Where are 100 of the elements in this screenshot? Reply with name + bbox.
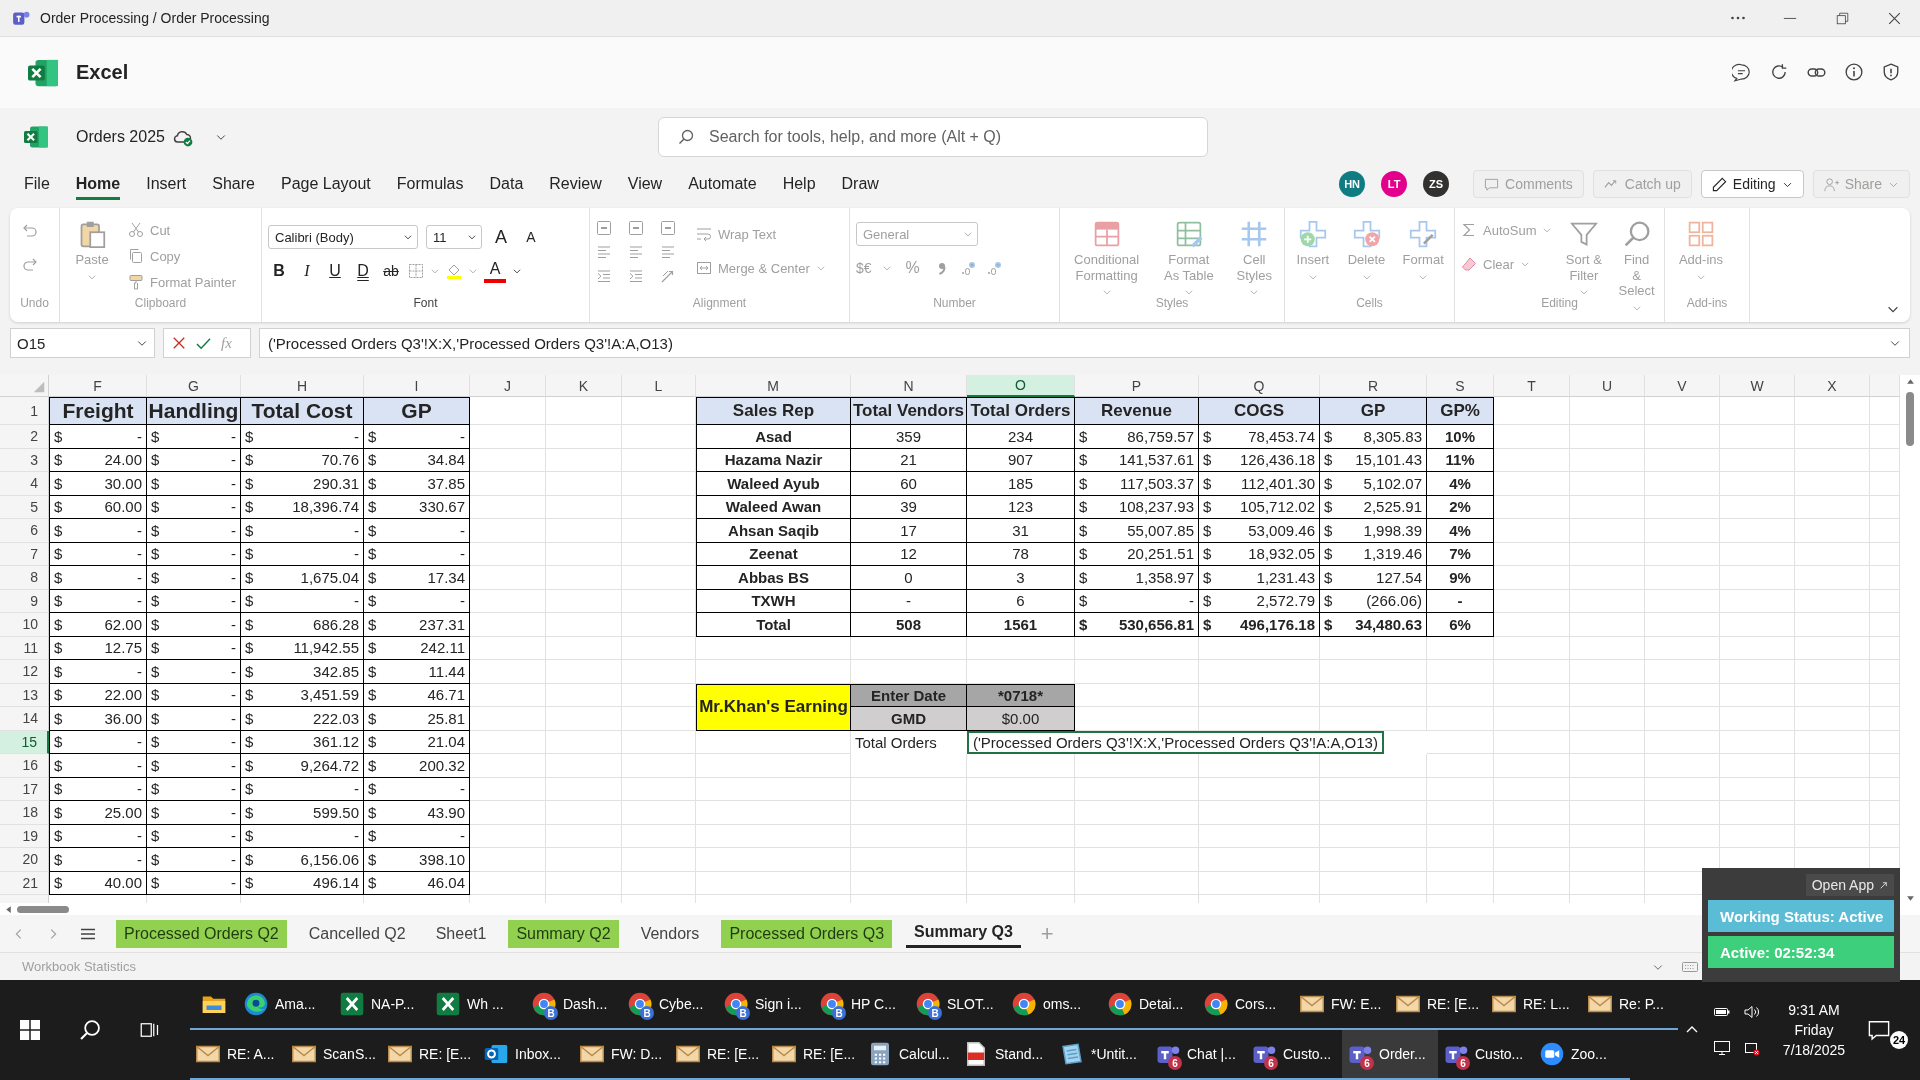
taskbar-item[interactable]: *Untit...: [1054, 1030, 1150, 1080]
taskbar-item[interactable]: RE: L...: [1486, 980, 1582, 1030]
column-header[interactable]: T: [1494, 375, 1570, 397]
avatar[interactable]: ZS: [1423, 171, 1450, 197]
row-header[interactable]: 19: [0, 824, 49, 848]
decrease-decimal-button[interactable]: [985, 260, 1002, 276]
taskbar-item[interactable]: RE: [E...: [382, 1030, 478, 1080]
menu-tab[interactable]: Page Layout: [280, 168, 371, 200]
column-header[interactable]: K: [546, 375, 622, 397]
network-icon[interactable]: [1744, 1040, 1760, 1056]
row-header[interactable]: 18: [0, 801, 49, 825]
menu-tab[interactable]: Review: [549, 168, 602, 200]
sheet-tab[interactable]: Cancelled Q2: [300, 919, 414, 948]
select-all-icon[interactable]: [33, 381, 45, 393]
taskbar-item[interactable]: Re: P...: [1582, 980, 1678, 1030]
taskbar-item[interactable]: 6 Order...: [1342, 1030, 1438, 1080]
font-color-button[interactable]: A: [484, 259, 506, 283]
column-header[interactable]: [1870, 375, 1900, 397]
row-header[interactable]: 11: [0, 636, 49, 660]
shrink-font-button[interactable]: A: [520, 225, 542, 249]
avatar[interactable]: LT: [1381, 171, 1408, 197]
taskbar-item[interactable]: RE: A...: [190, 1030, 286, 1080]
avatar[interactable]: HN: [1339, 171, 1366, 197]
sheet-tab[interactable]: Vendors: [632, 919, 708, 948]
monitor-icon[interactable]: [1714, 1040, 1730, 1056]
row-header[interactable]: 10: [0, 613, 49, 637]
taskbar-item[interactable]: B Cybe...: [622, 980, 718, 1030]
undo-button[interactable]: [22, 222, 38, 238]
font-name-dropdown[interactable]: Calibri (Body): [268, 225, 418, 249]
double-underline-button[interactable]: D: [352, 259, 374, 283]
taskbar-item[interactable]: B HP C...: [814, 980, 910, 1030]
scrollbar-thumb[interactable]: [1906, 392, 1914, 446]
scrollbar-thumb[interactable]: [17, 905, 69, 913]
row-header[interactable]: 6: [0, 519, 49, 543]
refresh-icon[interactable]: [1770, 63, 1788, 81]
volume-icon[interactable]: [1744, 1004, 1760, 1020]
sheet-tab[interactable]: Summary Q2: [508, 919, 619, 948]
grow-font-button[interactable]: A: [490, 225, 512, 249]
column-header[interactable]: U: [1570, 375, 1645, 397]
column-header[interactable]: Q: [1199, 375, 1320, 397]
taskbar-item[interactable]: B SLOT...: [910, 980, 1006, 1030]
menu-tab[interactable]: Home: [75, 168, 121, 200]
row-header[interactable]: 13: [0, 683, 49, 707]
fill-color-button[interactable]: [446, 263, 462, 279]
taskbar-item[interactable]: Calcul...: [862, 1030, 958, 1080]
sheet-tab[interactable]: Processed Orders Q2: [116, 919, 287, 948]
taskbar-item[interactable]: 6 Chat |...: [1150, 1030, 1246, 1080]
column-header[interactable]: S: [1427, 375, 1494, 397]
row-header[interactable]: 4: [0, 472, 49, 496]
info-icon[interactable]: [1845, 63, 1863, 81]
taskbar-item[interactable]: 6 Custo...: [1438, 1030, 1534, 1080]
column-header[interactable]: J: [470, 375, 546, 397]
bold-button[interactable]: B: [268, 259, 290, 283]
row-header[interactable]: 5: [0, 495, 49, 519]
cell-editor[interactable]: ('Processed Orders Q3'!X:X,'Processed Orders Q3'!A:A,O13): [967, 730, 1384, 754]
column-header[interactable]: V: [1645, 375, 1720, 397]
menu-tab[interactable]: Draw: [841, 168, 879, 200]
font-size-dropdown[interactable]: 11: [426, 225, 482, 249]
taskbar-item[interactable]: oms...: [1006, 980, 1102, 1030]
menu-tab[interactable]: View: [627, 168, 663, 200]
menu-tab[interactable]: Insert: [146, 168, 187, 200]
taskbar-item[interactable]: Inbox...: [478, 1030, 574, 1080]
name-box[interactable]: O15: [10, 328, 155, 358]
row-header[interactable]: 21: [0, 871, 49, 895]
shield-icon[interactable]: [1882, 63, 1900, 81]
taskbar-item[interactable]: Zoo...: [1534, 1030, 1630, 1080]
column-header[interactable]: P: [1075, 375, 1199, 397]
chat-icon[interactable]: [1732, 63, 1751, 82]
taskbar-item[interactable]: ScanS...: [286, 1030, 382, 1080]
row-header[interactable]: 3: [0, 448, 49, 472]
borders-button[interactable]: [408, 263, 424, 279]
taskbar-item[interactable]: B Sign i...: [718, 980, 814, 1030]
row-header[interactable]: 17: [0, 777, 49, 801]
column-header[interactable]: F: [49, 375, 147, 397]
menu-tab[interactable]: Data: [489, 168, 524, 200]
sheet-tab[interactable]: Summary Q3: [906, 919, 1021, 948]
column-header[interactable]: G: [147, 375, 241, 397]
taskbar-item[interactable]: Cors...: [1198, 980, 1294, 1030]
check-icon[interactable]: [196, 335, 211, 351]
row-header[interactable]: 7: [0, 542, 49, 566]
taskbar-item[interactable]: FW: D...: [574, 1030, 670, 1080]
increase-decimal-button[interactable]: [959, 260, 976, 276]
menu-tab[interactable]: File: [24, 168, 50, 200]
column-header[interactable]: M: [696, 375, 851, 397]
taskbar-item[interactable]: RE: [E...: [766, 1030, 862, 1080]
clock-day[interactable]: Friday: [1794, 1022, 1834, 1038]
taskbar-item[interactable]: Ama...: [238, 980, 334, 1030]
column-header[interactable]: I: [364, 375, 470, 397]
column-header[interactable]: L: [622, 375, 696, 397]
column-header[interactable]: X: [1795, 375, 1870, 397]
row-header[interactable]: 15: [0, 730, 49, 754]
formula-field[interactable]: ('Processed Orders Q3'!X:X,'Processed Orders Q3'!A:A,O13): [259, 328, 1910, 358]
column-header[interactable]: H: [241, 375, 364, 397]
row-header[interactable]: 8: [0, 566, 49, 590]
underline-button[interactable]: U: [324, 259, 346, 283]
taskbar-item[interactable]: RE: [E...: [670, 1030, 766, 1080]
strikethrough-button[interactable]: ab: [380, 259, 402, 283]
menu-tab[interactable]: Automate: [688, 168, 757, 200]
open-app-button[interactable]: Open App: [1805, 874, 1894, 896]
row-header[interactable]: 2: [0, 425, 49, 449]
